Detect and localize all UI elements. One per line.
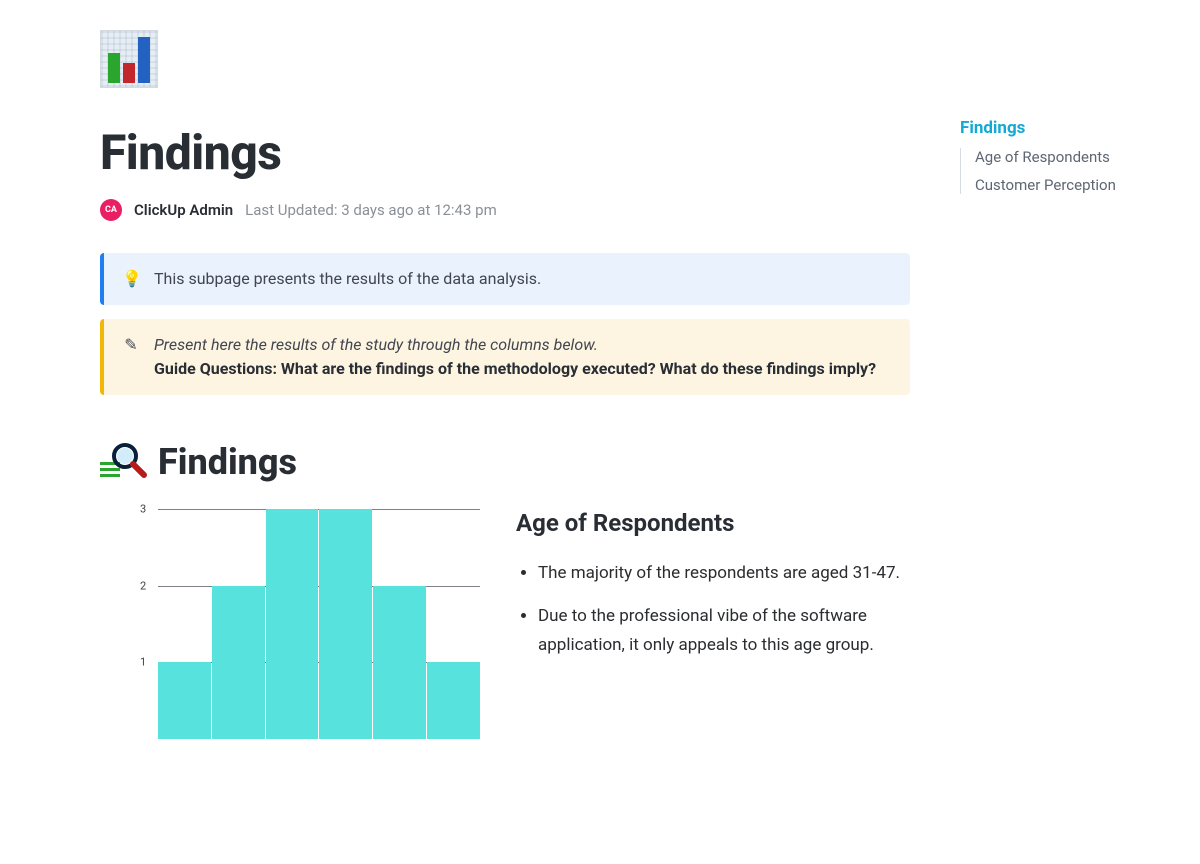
page-icon-bar-chart — [100, 30, 158, 88]
toc-title[interactable]: Findings — [960, 118, 1180, 138]
lightbulb-icon: 💡 — [122, 267, 140, 291]
chart-bar — [158, 662, 211, 739]
pencil-icon: ✎ — [122, 333, 140, 357]
toc-item[interactable]: Age of Respondents — [975, 148, 1180, 166]
magnifier-icon — [100, 443, 148, 481]
info-callout: 💡 This subpage presents the results of t… — [100, 253, 910, 305]
author-name: ClickUp Admin — [134, 201, 233, 219]
subsection-heading: Age of Respondents — [516, 509, 910, 537]
chart-ytick: 3 — [140, 503, 146, 516]
chart-bar — [427, 662, 480, 739]
chart-ytick: 2 — [140, 579, 146, 592]
info-callout-text: This subpage presents the results of the… — [154, 267, 892, 291]
age-respondents-chart: 123 — [140, 509, 480, 739]
findings-bullet: The majority of the respondents are aged… — [538, 559, 910, 588]
section-header: Findings — [100, 441, 910, 483]
chart-bar — [373, 586, 426, 739]
updated-value: 3 days ago at 12:43 pm — [341, 201, 497, 219]
chart-bar — [319, 509, 372, 739]
chart-bar — [266, 509, 319, 739]
page-meta: CA ClickUp Admin Last Updated: 3 days ag… — [100, 199, 910, 221]
updated-label: Last Updated: — [245, 201, 337, 219]
findings-bullet: Due to the professional vibe of the soft… — [538, 602, 910, 660]
section-heading: Findings — [158, 441, 297, 483]
page-title: Findings — [100, 124, 910, 181]
table-of-contents: Findings Age of Respondents Customer Perc… — [960, 30, 1180, 779]
guide-callout: ✎ Present here the results of the study … — [100, 319, 910, 395]
toc-item[interactable]: Customer Perception — [975, 176, 1180, 194]
guide-intro: Present here the results of the study th… — [154, 335, 598, 354]
chart-bar — [212, 586, 265, 739]
findings-bullet-list: The majority of the respondents are aged… — [516, 559, 910, 660]
author-avatar: CA — [100, 199, 122, 221]
guide-questions: Guide Questions: What are the findings o… — [154, 359, 876, 378]
chart-ytick: 1 — [140, 656, 146, 669]
last-updated: Last Updated: 3 days ago at 12:43 pm — [245, 201, 497, 219]
